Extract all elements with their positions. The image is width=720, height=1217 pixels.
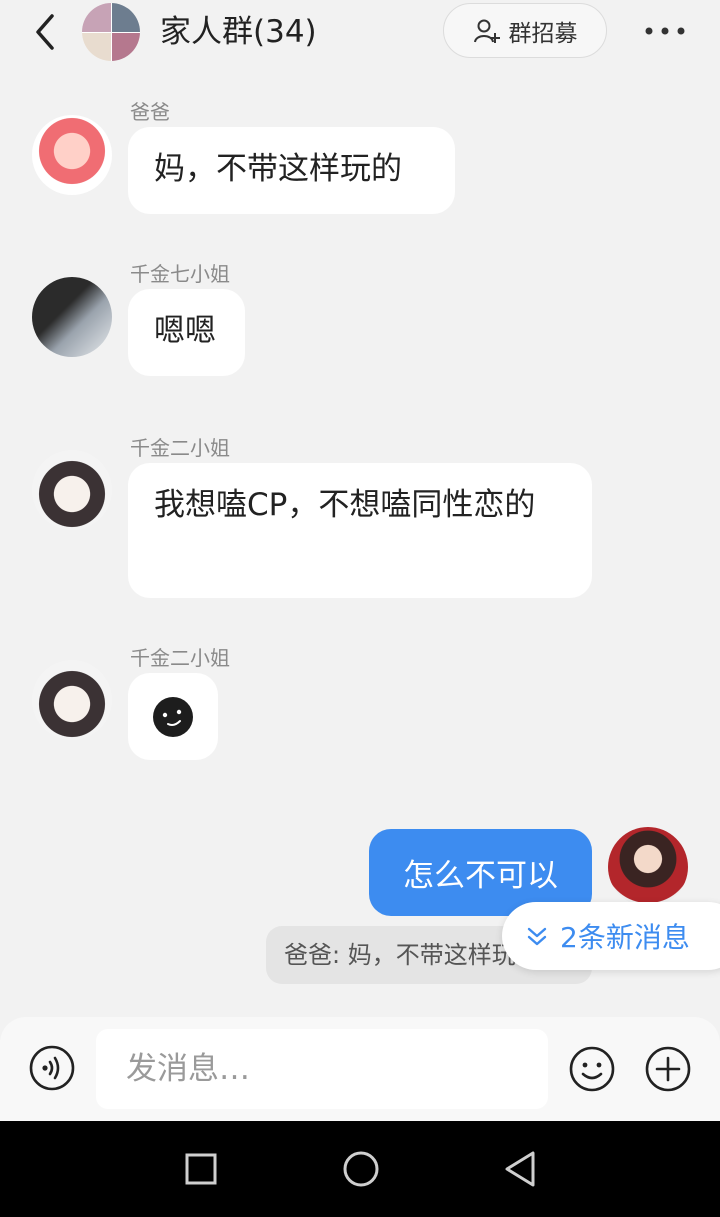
message-bubble[interactable]: 嗯嗯 [128, 289, 245, 376]
sender-name: 千金二小姐 [130, 646, 230, 670]
avatar[interactable] [32, 660, 112, 740]
smirk-emoji-icon [153, 696, 193, 737]
chat-screen: 家人群(34) 群招募 爸爸 妈，不带这样玩的 千金七小姐 嗯嗯 千金二小姐 我… [0, 0, 720, 1217]
avatar[interactable] [32, 277, 112, 357]
emoji-icon[interactable] [568, 1045, 616, 1093]
new-messages-label: 2条新消息 [560, 921, 690, 954]
back-icon[interactable] [28, 12, 62, 52]
home-icon[interactable] [341, 1149, 381, 1189]
avatar[interactable] [32, 115, 112, 195]
message-bubble[interactable]: 妈，不带这样玩的 [128, 127, 455, 214]
back-nav-icon[interactable] [501, 1149, 541, 1189]
plus-icon[interactable] [644, 1045, 692, 1093]
more-icon[interactable] [640, 16, 690, 46]
double-chevron-down-icon [527, 927, 547, 946]
input-bar [0, 1017, 720, 1121]
group-title[interactable]: 家人群(34) [160, 12, 317, 52]
message-bubble[interactable]: 我想嗑CP，不想嗑同性恋的 [128, 463, 592, 598]
system-navigation-bar [0, 1121, 720, 1217]
recruit-label: 群招募 [508, 20, 578, 47]
voice-icon[interactable] [28, 1044, 76, 1092]
new-messages-button[interactable]: 2条新消息 [502, 902, 720, 970]
group-recruit-button[interactable]: 群招募 [443, 3, 607, 58]
my-avatar[interactable] [608, 827, 688, 907]
sender-name: 千金七小姐 [130, 262, 230, 286]
chat-header: 家人群(34) 群招募 [0, 0, 720, 64]
sender-name: 爸爸 [130, 100, 170, 124]
message-input[interactable] [96, 1029, 548, 1109]
avatar[interactable] [32, 450, 112, 530]
add-person-icon [473, 19, 500, 43]
sender-name: 千金二小姐 [130, 436, 230, 460]
message-bubble[interactable] [128, 673, 218, 760]
recents-icon[interactable] [181, 1149, 221, 1189]
group-avatar[interactable] [82, 3, 140, 61]
